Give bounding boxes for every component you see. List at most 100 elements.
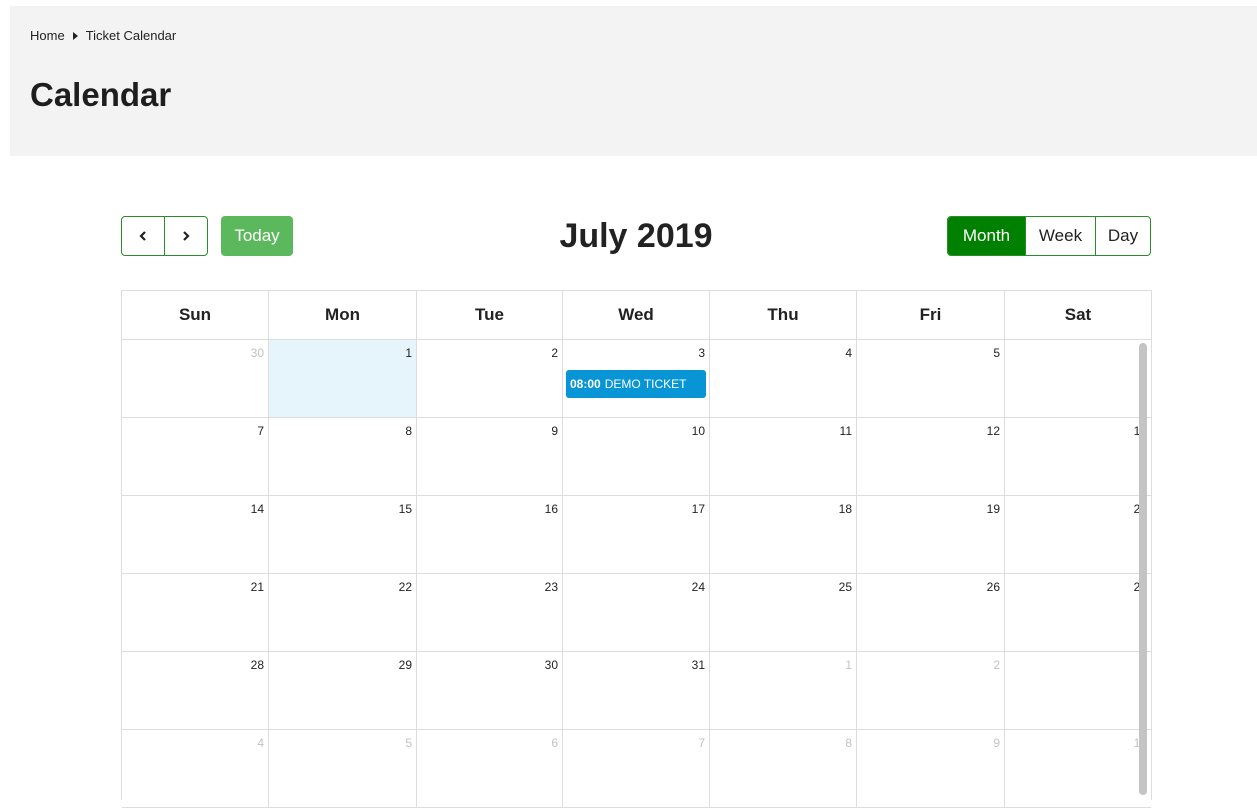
day-view-button[interactable]: Day [1095, 217, 1150, 255]
day-number[interactable]: 1 [405, 346, 412, 360]
day-number[interactable]: 2 [993, 658, 1000, 672]
day-cell[interactable]: 6 [416, 730, 562, 807]
day-cell[interactable]: 9 [856, 730, 1004, 807]
day-number[interactable]: 1 [845, 658, 852, 672]
day-cell[interactable]: 5 [268, 730, 416, 807]
day-number[interactable]: 30 [545, 658, 558, 672]
day-number[interactable]: 2 [551, 346, 558, 360]
day-cell[interactable]: 1 [709, 652, 856, 729]
day-number[interactable]: 23 [545, 580, 558, 594]
day-cell[interactable]: 13 [1004, 418, 1151, 495]
day-number[interactable]: 4 [257, 736, 264, 750]
day-number[interactable]: 11 [840, 424, 852, 438]
day-number[interactable]: 5 [405, 736, 412, 750]
week-row: 4 5 6 7 8 9 10 [122, 730, 1151, 808]
day-cell[interactable]: 21 [122, 574, 268, 651]
day-cell[interactable]: 24 [562, 574, 709, 651]
day-cell[interactable]: 12 [856, 418, 1004, 495]
day-cell[interactable]: 8 [709, 730, 856, 807]
day-cell[interactable]: 31 [562, 652, 709, 729]
day-cell[interactable]: 28 [122, 652, 268, 729]
week-view-button[interactable]: Week [1025, 217, 1095, 255]
day-cell[interactable]: 15 [268, 496, 416, 573]
page-header: Home Ticket Calendar Calendar [10, 6, 1257, 156]
day-cell[interactable]: 4 [709, 340, 856, 417]
breadcrumb-home-link[interactable]: Home [30, 28, 65, 43]
day-number[interactable]: 14 [251, 502, 264, 516]
day-number[interactable]: 21 [251, 580, 264, 594]
day-cell[interactable]: 2 [856, 652, 1004, 729]
weekday-header: Sat [1004, 291, 1151, 339]
day-number[interactable]: 9 [551, 424, 558, 438]
week-row: 7 8 9 10 11 12 13 [122, 418, 1151, 496]
day-cell[interactable]: 17 [562, 496, 709, 573]
day-number[interactable]: 29 [399, 658, 412, 672]
day-cell[interactable]: 10 [562, 418, 709, 495]
day-number[interactable]: 22 [399, 580, 412, 594]
day-cell[interactable]: 4 [122, 730, 268, 807]
day-cell[interactable]: 5 [856, 340, 1004, 417]
day-cell[interactable]: 22 [268, 574, 416, 651]
breadcrumb-current: Ticket Calendar [85, 28, 177, 43]
event-time: 08:00 [570, 377, 601, 391]
day-number[interactable]: 3 [698, 346, 705, 360]
caret-right-icon [72, 31, 78, 40]
day-cell[interactable]: 18 [709, 496, 856, 573]
day-cell[interactable]: 29 [268, 652, 416, 729]
vertical-scrollbar[interactable] [1139, 343, 1147, 795]
day-cell[interactable]: 20 [1004, 496, 1151, 573]
day-number[interactable]: 6 [551, 736, 558, 750]
day-number[interactable]: 8 [845, 736, 852, 750]
day-cell[interactable]: 1 [268, 340, 416, 417]
day-cell[interactable]: 10 [1004, 730, 1151, 807]
day-number[interactable]: 17 [692, 502, 705, 516]
day-number[interactable]: 30 [251, 346, 264, 360]
day-number[interactable]: 26 [987, 580, 1000, 594]
weekday-header: Mon [268, 291, 416, 339]
day-number[interactable]: 8 [405, 424, 412, 438]
day-cell[interactable]: 2 [416, 340, 562, 417]
day-cell[interactable]: 16 [416, 496, 562, 573]
day-number[interactable]: 15 [399, 502, 412, 516]
day-number[interactable]: 7 [257, 424, 264, 438]
month-view-button[interactable]: Month [948, 217, 1025, 255]
day-cell[interactable]: 11 [709, 418, 856, 495]
day-cell[interactable]: 9 [416, 418, 562, 495]
day-cell[interactable]: 30 [122, 340, 268, 417]
day-number[interactable]: 18 [839, 502, 852, 516]
day-number[interactable]: 4 [845, 346, 852, 360]
day-cell[interactable]: 26 [856, 574, 1004, 651]
day-number[interactable]: 5 [993, 346, 1000, 360]
calendar-event[interactable]: 08:00 DEMO TICKET [566, 370, 706, 398]
week-row: 30 1 2 3 08:00DEMO TICKET 4 56 [122, 340, 1151, 418]
day-number[interactable]: 25 [839, 580, 852, 594]
month-grid: Sun Mon Tue Wed Thu Fri Sat 30 1 2 3 08:00 DEMO TIC… [121, 290, 1152, 808]
day-cell[interactable]: 14 [122, 496, 268, 573]
weekday-header: Tue [416, 291, 562, 339]
day-cell[interactable]: 25 [709, 574, 856, 651]
day-cell[interactable]: 19 [856, 496, 1004, 573]
day-number[interactable]: 10 [692, 424, 705, 438]
day-cell[interactable]: 7 [122, 418, 268, 495]
day-number[interactable]: 28 [251, 658, 264, 672]
weekday-header: Fri [856, 291, 1004, 339]
day-number[interactable]: 7 [698, 736, 705, 750]
weeks-container: 3012308:00DEMO TICKET4567891011121314151… [122, 340, 1151, 808]
day-cell[interactable]: 8 [268, 418, 416, 495]
week-row: 21 22 23 24 25 26 27 [122, 574, 1151, 652]
day-number[interactable]: 24 [692, 580, 705, 594]
day-cell[interactable]: 7 [562, 730, 709, 807]
weekday-header: Sun [178, 305, 212, 324]
day-cell[interactable]: 23 [416, 574, 562, 651]
day-cell[interactable]: 3 08:00 DEMO TICKET [562, 340, 709, 417]
day-number[interactable]: 9 [993, 736, 1000, 750]
day-cell[interactable]: 6 [1004, 340, 1151, 417]
day-cell[interactable]: 3 [1004, 652, 1151, 729]
day-cell[interactable]: 27 [1004, 574, 1151, 651]
day-number[interactable]: 12 [987, 424, 1000, 438]
day-number[interactable]: 31 [692, 658, 705, 672]
day-number[interactable]: 19 [987, 502, 1000, 516]
day-number[interactable]: 16 [545, 502, 558, 516]
week-row: 28 29 30 31 1 23 [122, 652, 1151, 730]
day-cell[interactable]: 30 [416, 652, 562, 729]
